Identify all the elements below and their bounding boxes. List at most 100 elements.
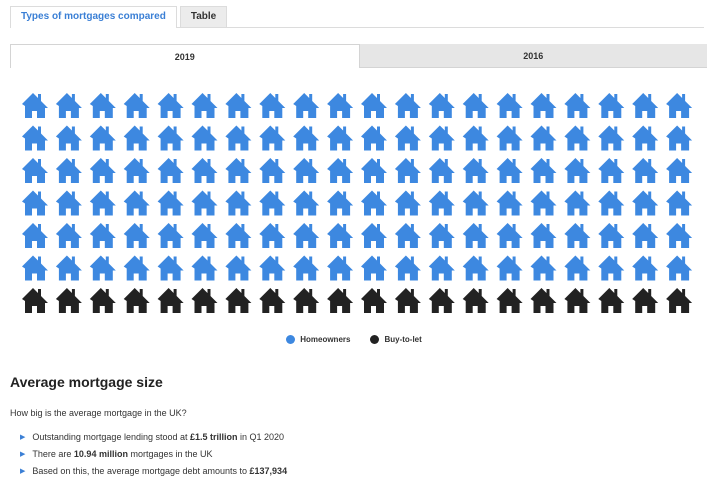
buy-to-let-house-icon xyxy=(496,288,523,313)
homeowner-house-icon xyxy=(89,93,116,118)
homeowner-house-icon xyxy=(327,255,354,281)
legend-buy-to-let-label: Buy-to-let xyxy=(384,335,422,344)
homeowner-house-icon xyxy=(428,255,455,281)
homeowner-house-icon xyxy=(598,190,625,216)
homeowner-house-icon xyxy=(632,125,659,151)
fact-text: Outstanding mortgage lending stood at £1… xyxy=(32,432,285,442)
homeowner-house-icon xyxy=(530,158,557,183)
homeowner-house-icon xyxy=(191,93,218,118)
house-waffle-chart xyxy=(22,93,693,313)
homeowner-house-icon xyxy=(428,158,455,183)
homeowner-house-icon xyxy=(259,223,286,248)
homeowner-house-icon xyxy=(428,125,455,151)
homeowner-house-icon xyxy=(157,93,184,118)
homeowner-house-icon xyxy=(259,93,286,118)
fact-item: ▶ Outstanding mortgage lending stood at … xyxy=(20,432,287,449)
homeowner-house-icon xyxy=(394,158,421,183)
homeowner-house-icon xyxy=(327,190,354,216)
buy-to-let-house-icon xyxy=(123,288,150,313)
legend-homeowners-label: Homeowners xyxy=(300,335,351,344)
homeowner-house-icon xyxy=(22,93,48,118)
homeowner-house-icon xyxy=(530,255,557,281)
homeowner-house-icon xyxy=(123,255,150,281)
homeowner-house-icon xyxy=(632,223,659,248)
buy-to-let-house-icon xyxy=(462,288,489,313)
homeowner-house-icon xyxy=(259,255,286,281)
homeowner-house-icon xyxy=(496,190,523,216)
buy-to-let-swatch xyxy=(370,335,380,344)
homeowner-house-icon xyxy=(22,125,48,151)
buy-to-let-house-icon xyxy=(394,288,421,313)
section-title: Average mortgage size xyxy=(10,374,163,390)
legend-buy-to-let: Buy-to-let xyxy=(370,335,422,344)
homeowner-house-icon xyxy=(530,190,557,216)
homeowner-house-icon xyxy=(564,158,591,183)
homeowner-house-icon xyxy=(22,255,48,281)
homeowner-house-icon xyxy=(55,125,82,151)
homeowner-house-icon xyxy=(157,125,184,151)
homeowner-house-icon xyxy=(293,223,320,248)
legend: Homeowners Buy-to-let xyxy=(0,335,708,344)
buy-to-let-house-icon xyxy=(157,288,184,313)
homeowner-house-icon xyxy=(191,255,218,281)
homeowner-house-icon xyxy=(564,223,591,248)
buy-to-let-house-icon xyxy=(428,288,455,313)
homeowner-house-icon xyxy=(632,93,659,118)
homeowner-house-icon xyxy=(361,255,387,281)
homeowner-house-icon xyxy=(428,223,455,248)
homeowner-house-icon xyxy=(157,190,184,216)
homeowner-house-icon xyxy=(123,158,150,183)
buy-to-let-house-icon xyxy=(191,288,218,313)
homeowner-house-icon xyxy=(327,93,354,118)
homeowner-house-icon xyxy=(564,93,591,118)
homeowner-house-icon xyxy=(89,125,116,151)
homeowner-house-icon xyxy=(55,223,82,248)
homeowner-house-icon xyxy=(22,158,48,183)
bullet-arrow-icon: ▶ xyxy=(20,451,26,458)
homeowner-house-icon xyxy=(123,125,150,151)
homeowner-house-icon xyxy=(496,93,523,118)
homeowner-house-icon xyxy=(394,255,421,281)
homeowner-house-icon xyxy=(327,125,354,151)
homeowner-house-icon xyxy=(496,158,523,183)
buy-to-let-house-icon xyxy=(530,288,557,313)
homeowner-house-icon xyxy=(293,190,320,216)
homeowner-house-icon xyxy=(157,255,184,281)
homeowner-house-icon xyxy=(462,255,489,281)
homeowner-house-icon xyxy=(462,223,489,248)
buy-to-let-house-icon xyxy=(293,288,320,313)
homeowner-house-icon xyxy=(530,125,557,151)
homeowner-house-icon xyxy=(89,223,116,248)
homeowner-house-icon xyxy=(462,190,489,216)
homeowner-house-icon xyxy=(123,190,150,216)
homeowner-house-icon xyxy=(293,255,320,281)
homeowner-house-icon xyxy=(157,158,184,183)
homeowner-house-icon xyxy=(666,223,693,248)
homeowner-house-icon xyxy=(55,93,82,118)
homeowner-house-icon xyxy=(293,93,320,118)
homeowner-house-icon xyxy=(225,125,252,151)
homeowner-house-icon xyxy=(191,223,218,248)
homeowner-house-icon xyxy=(293,125,320,151)
buy-to-let-house-icon xyxy=(361,288,387,313)
homeowner-house-icon xyxy=(666,255,693,281)
homeowner-house-icon xyxy=(55,158,82,183)
homeowner-house-icon xyxy=(394,190,421,216)
bullet-arrow-icon: ▶ xyxy=(20,468,26,475)
homeowner-house-icon xyxy=(361,190,387,216)
homeowner-house-icon xyxy=(22,223,48,248)
buy-to-let-house-icon xyxy=(327,288,354,313)
homeowner-house-icon xyxy=(361,158,387,183)
homeowner-house-icon xyxy=(361,125,387,151)
homeowner-house-icon xyxy=(564,255,591,281)
homeowner-house-icon xyxy=(327,158,354,183)
homeowner-house-icon xyxy=(496,125,523,151)
buy-to-let-house-icon xyxy=(666,288,693,313)
homeowner-house-icon xyxy=(598,158,625,183)
homeowner-house-icon xyxy=(632,190,659,216)
fact-item: ▶ Based on this, the average mortgage de… xyxy=(20,466,287,483)
homeowner-house-icon xyxy=(225,93,252,118)
homeowner-house-icon xyxy=(394,93,421,118)
buy-to-let-house-icon xyxy=(225,288,252,313)
homeowner-house-icon xyxy=(191,190,218,216)
